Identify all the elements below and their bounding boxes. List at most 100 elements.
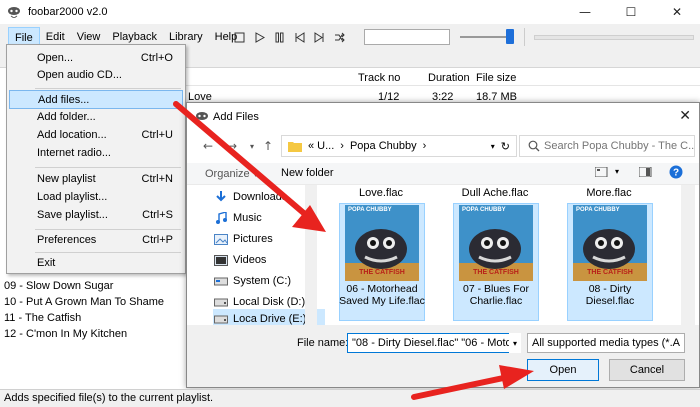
- toolbar-divider: [524, 28, 525, 46]
- preview-pane-icon[interactable]: [638, 166, 653, 180]
- drive-icon: [213, 274, 229, 288]
- breadcrumb-part[interactable]: « U...: [308, 140, 334, 152]
- recent-locations-chevron-icon[interactable]: ▾: [245, 139, 259, 153]
- dialog-footer: File name: "08 - Dirty Diesel.flac" "06 …: [187, 325, 699, 387]
- window-title: foobar2000 v2.0: [28, 6, 108, 18]
- file-name-dropdown-icon[interactable]: ▾: [509, 333, 521, 353]
- seek-bar[interactable]: [534, 35, 694, 40]
- cancel-button[interactable]: Cancel: [609, 359, 685, 381]
- refresh-icon[interactable]: ↻: [501, 140, 510, 153]
- foobar-app-icon: [196, 112, 208, 120]
- menu-open-label: Open...: [37, 52, 74, 64]
- file-item[interactable]: Love.flac POPA CHUBBY THE CATFISH 06 - M…: [339, 185, 425, 325]
- file-grid: Love.flac POPA CHUBBY THE CATFISH 06 - M…: [327, 185, 699, 325]
- dialog-title-bar: Add Files ✕: [187, 103, 699, 131]
- menu-add-folder[interactable]: Add folder...: [9, 108, 183, 127]
- file-item[interactable]: More.flac POPA CHUBBY THE CATFISH 08 - D…: [567, 185, 653, 325]
- close-button[interactable]: ✕: [654, 0, 700, 24]
- menu-internet-radio-label: Internet radio...: [37, 147, 111, 159]
- view-mode-icon[interactable]: [594, 166, 609, 180]
- shortcut-label: Ctrl+P: [142, 234, 173, 246]
- menu-internet-radio[interactable]: Internet radio...: [9, 144, 183, 163]
- album-art-thumbnail: POPA CHUBBY THE CATFISH: [345, 205, 419, 281]
- random-icon[interactable]: [332, 30, 346, 44]
- view-chevron-icon[interactable]: ▾: [615, 167, 619, 176]
- shortcut-label: Ctrl+N: [141, 173, 173, 185]
- menu-add-location-label: Add location...: [37, 129, 107, 141]
- menu-separator: [35, 229, 181, 230]
- menu-open-audio-cd-label: Open audio CD...: [37, 69, 122, 81]
- search-box[interactable]: [519, 135, 695, 157]
- playback-toolbar: [232, 28, 346, 46]
- playlist-header: Track no Duration File size: [186, 70, 700, 86]
- search-icon: [528, 140, 540, 152]
- file-caption: 07 - Blues For Charlie.flac: [463, 283, 529, 307]
- album-art-thumbnail: POPA CHUBBY THE CATFISH: [573, 205, 647, 281]
- menu-add-files-label: Add files...: [38, 94, 90, 106]
- file-item[interactable]: Dull Ache.flac POPA CHUBBY THE CATFISH 0…: [453, 185, 539, 325]
- help-icon[interactable]: ?: [669, 165, 683, 182]
- file-caption: 08 - Dirty Diesel.flac: [585, 283, 635, 307]
- play-icon[interactable]: [252, 30, 266, 44]
- next-icon[interactable]: [312, 30, 326, 44]
- new-folder-button[interactable]: New folder: [281, 167, 334, 179]
- album-art-thumbnail: POPA CHUBBY THE CATFISH: [459, 205, 533, 281]
- minimize-button[interactable]: —: [562, 0, 608, 24]
- file-name-label: File name:: [297, 337, 349, 349]
- album-text-bottom: THE CATFISH: [359, 269, 405, 276]
- file-name-input[interactable]: "08 - Dirty Diesel.flac" "06 - Motor: [347, 333, 515, 353]
- shortcut-label: Ctrl+U: [141, 129, 173, 141]
- menu-load-playlist[interactable]: Load playlist...: [9, 188, 183, 207]
- menu-new-playlist-label: New playlist: [37, 173, 96, 185]
- menu-preferences-label: Preferences: [37, 234, 97, 246]
- row-title: 09 - Slow Down Sugar: [4, 280, 114, 292]
- file-scrollbar[interactable]: [681, 185, 695, 325]
- menu-save-playlist-label: Save playlist...: [37, 209, 108, 221]
- download-icon: [213, 190, 229, 204]
- column-file-size[interactable]: File size: [476, 72, 516, 84]
- search-input[interactable]: [544, 140, 694, 152]
- videos-icon: [213, 253, 229, 267]
- volume-slider-thumb[interactable]: [506, 29, 514, 44]
- breadcrumb-part[interactable]: Popa Chubby: [350, 140, 417, 152]
- nav-label: Local Disk (D:): [233, 296, 306, 308]
- organize-button[interactable]: Organize ▾: [205, 167, 258, 180]
- previous-icon[interactable]: [292, 30, 306, 44]
- nav-scrollbar[interactable]: [305, 185, 317, 325]
- menu-separator: [35, 252, 181, 253]
- column-duration[interactable]: Duration: [428, 72, 470, 84]
- row-title: 11 - The Catfish: [4, 312, 82, 324]
- forward-arrow-icon[interactable]: →: [225, 139, 239, 153]
- address-bar[interactable]: « U... › Popa Chubby › ▾ ↻: [281, 135, 517, 157]
- row-title: 12 - C'mon In My Kitchen: [4, 328, 128, 340]
- menu-load-playlist-label: Load playlist...: [37, 191, 108, 203]
- maximize-button[interactable]: ☐: [608, 0, 654, 24]
- volume-track[interactable]: [460, 36, 508, 38]
- nav-label: Videos: [233, 254, 267, 266]
- menu-save-playlist[interactable]: Save playlist... Ctrl+S: [9, 206, 183, 225]
- menu-preferences[interactable]: Preferences Ctrl+P: [9, 231, 183, 250]
- up-arrow-icon[interactable]: ↑: [261, 139, 275, 153]
- playback-order-box[interactable]: [364, 29, 450, 45]
- menu-add-location[interactable]: Add location... Ctrl+U: [9, 126, 183, 145]
- dialog-nav-bar: ← → ▾ ↑ « U... › Popa Chubby › ▾ ↻: [187, 135, 699, 159]
- menu-open-audio-cd[interactable]: Open audio CD...: [9, 66, 183, 85]
- music-icon: [213, 211, 229, 225]
- dialog-close-button[interactable]: ✕: [679, 108, 691, 124]
- nav-label: Music: [233, 212, 262, 224]
- stop-icon[interactable]: [232, 30, 246, 44]
- menu-add-files[interactable]: Add files...: [9, 90, 183, 109]
- back-arrow-icon[interactable]: ←: [201, 139, 215, 153]
- address-dropdown-icon[interactable]: ▾: [491, 142, 495, 151]
- menu-new-playlist[interactable]: New playlist Ctrl+N: [9, 170, 183, 189]
- pause-icon[interactable]: [272, 30, 286, 44]
- menu-exit[interactable]: Exit: [9, 254, 183, 273]
- foobar-app-icon: [6, 4, 22, 20]
- column-track-no[interactable]: Track no: [358, 72, 400, 84]
- album-text-top: POPA CHUBBY: [576, 207, 620, 213]
- drive-icon: [213, 295, 229, 309]
- command-bar: Organize ▾ New folder ▾ ?: [187, 163, 699, 185]
- file-type-select[interactable]: All supported media types (*.A: [527, 333, 685, 353]
- menu-separator: [35, 88, 181, 89]
- open-button[interactable]: Open: [527, 359, 599, 381]
